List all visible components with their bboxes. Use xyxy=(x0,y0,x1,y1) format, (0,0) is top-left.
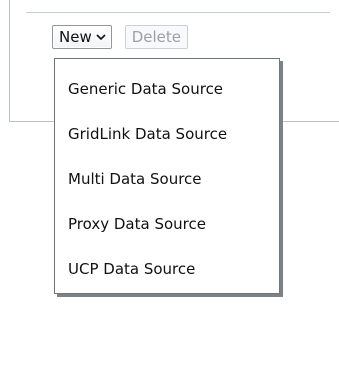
menu-item-label: Generic Data Source xyxy=(68,79,224,98)
new-dropdown-menu: Generic Data Source GridLink Data Source… xyxy=(54,58,280,294)
new-button[interactable]: New xyxy=(52,25,112,49)
delete-button[interactable]: Delete xyxy=(124,25,189,49)
chevron-down-icon xyxy=(96,33,106,41)
menu-item-label: Proxy Data Source xyxy=(68,214,206,233)
menu-item-gridlink-data-source[interactable]: GridLink Data Source xyxy=(55,111,279,156)
toolbar: New Delete xyxy=(52,25,189,49)
new-button-label: New xyxy=(59,28,92,46)
delete-button-label: Delete xyxy=(131,28,182,46)
menu-item-label: Multi Data Source xyxy=(68,169,202,188)
menu-item-generic-data-source[interactable]: Generic Data Source xyxy=(55,66,279,111)
menu-item-label: UCP Data Source xyxy=(68,259,196,278)
menu-item-label: GridLink Data Source xyxy=(68,124,228,143)
menu-item-ucp-data-source[interactable]: UCP Data Source xyxy=(55,246,279,291)
panel-divider xyxy=(26,12,330,13)
menu-item-proxy-data-source[interactable]: Proxy Data Source xyxy=(55,201,279,246)
menu-item-multi-data-source[interactable]: Multi Data Source xyxy=(55,156,279,201)
